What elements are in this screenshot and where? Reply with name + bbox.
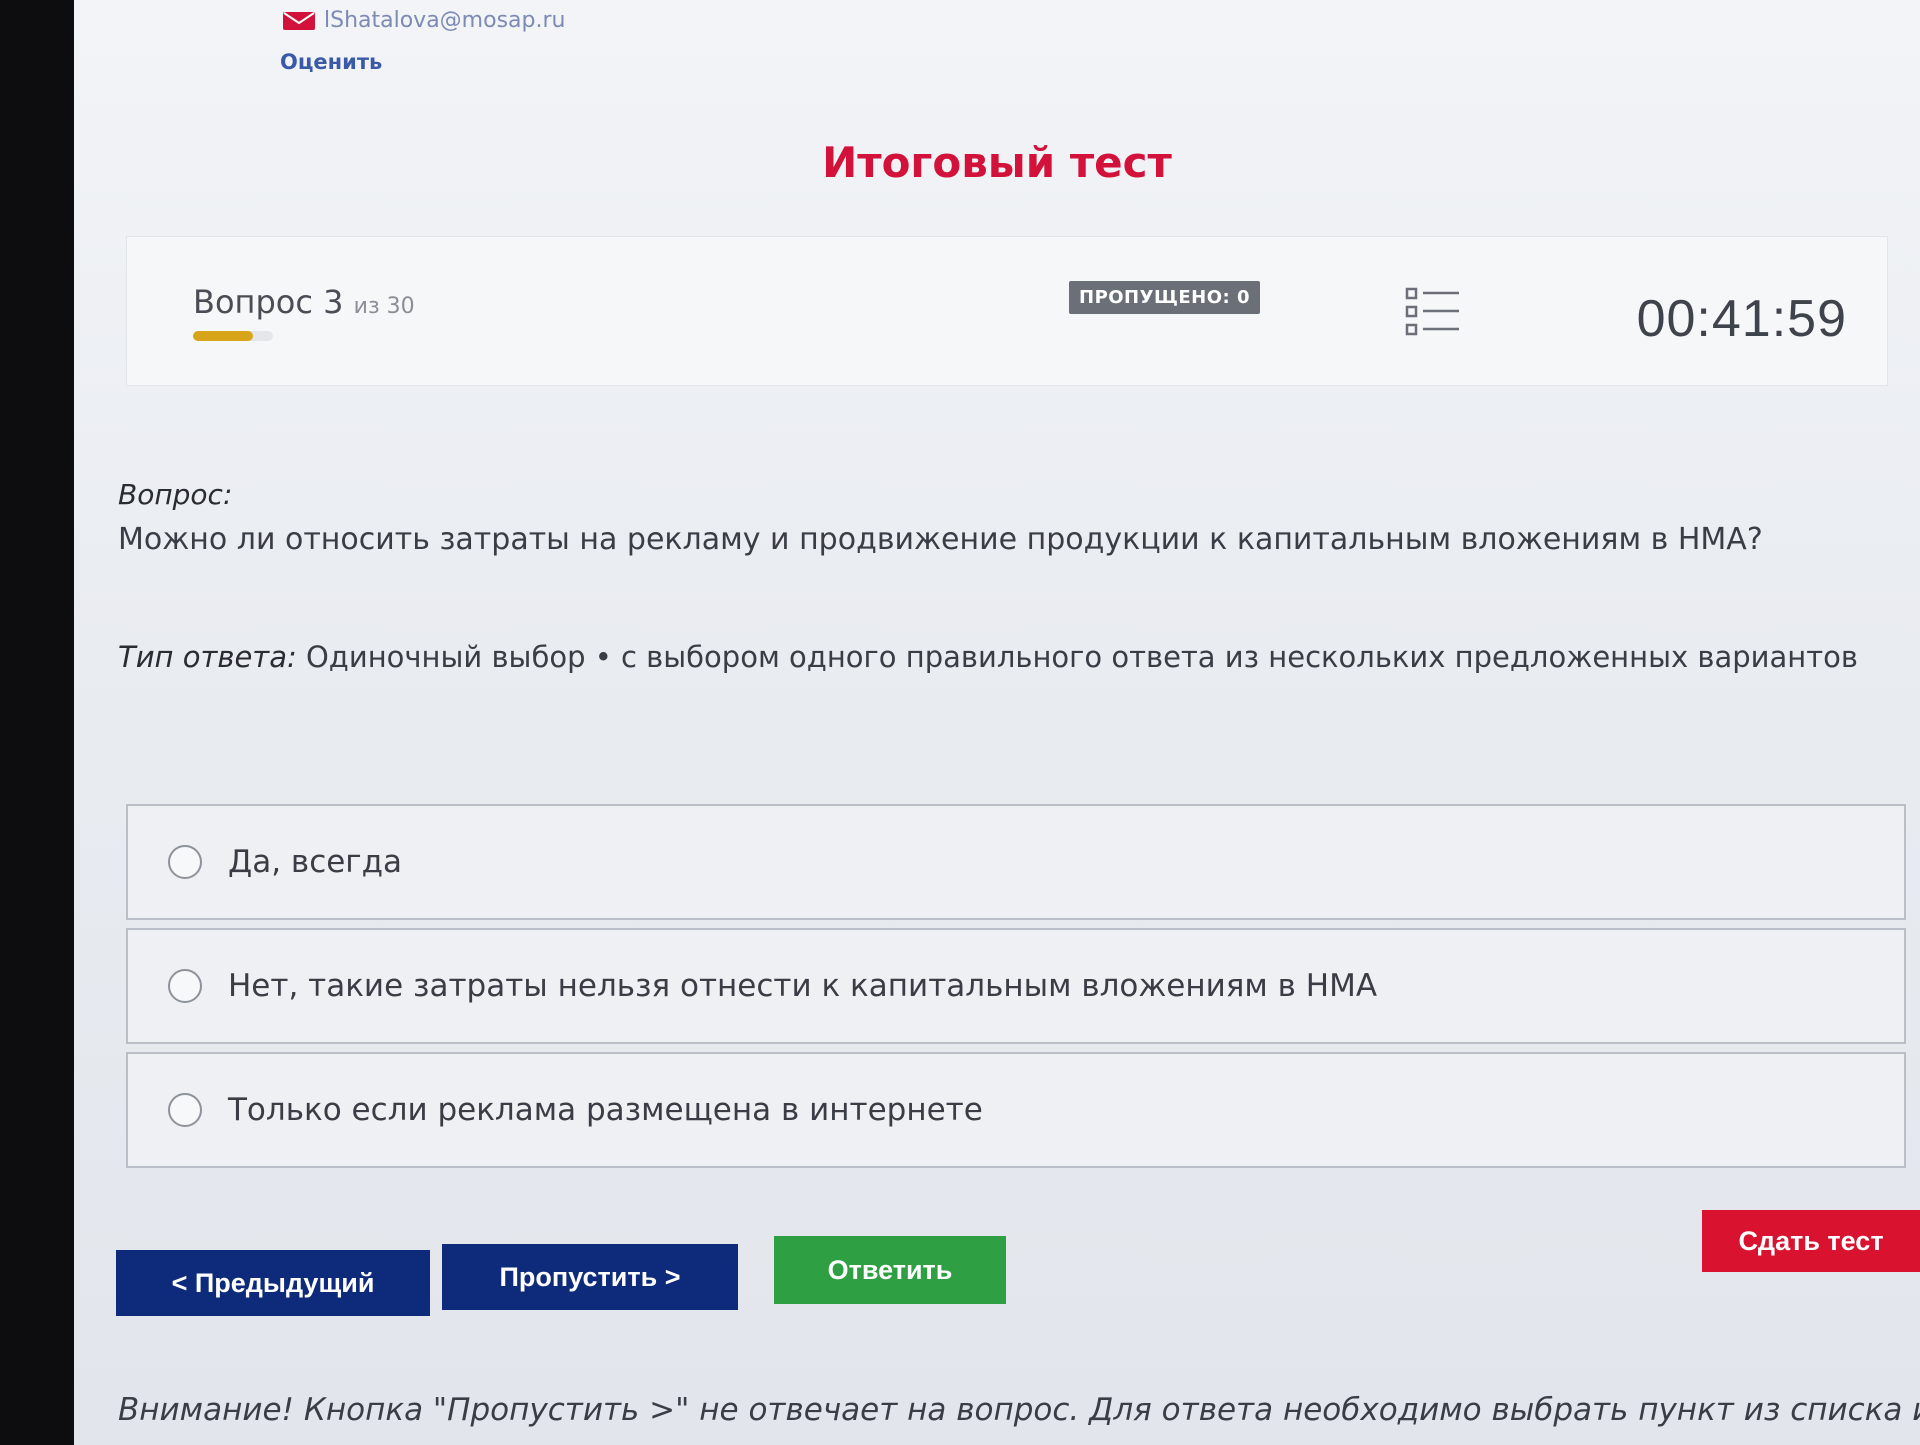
radio-button[interactable] — [168, 845, 202, 879]
radio-button[interactable] — [168, 969, 202, 1003]
countdown-timer: 00:41:59 — [1636, 290, 1847, 348]
skip-button[interactable]: Пропустить > — [442, 1244, 738, 1310]
option-label: Только если реклама размещена в интернет… — [228, 1092, 983, 1128]
answer-option[interactable]: Нет, такие затраты нельзя отнести к капи… — [126, 928, 1906, 1044]
option-label: Нет, такие затраты нельзя отнести к капи… — [228, 968, 1378, 1004]
option-label: Да, всегда — [228, 844, 403, 880]
answer-type: Тип ответа: Одиночный выбор • с выбором … — [118, 640, 1858, 674]
question-label: Вопрос: — [118, 478, 233, 511]
question-text: Можно ли относить затраты на рекламу и п… — [118, 522, 1763, 557]
skipped-badge: ПРОПУЩЕНО: 0 — [1069, 281, 1261, 314]
user-email: lShatalova@mosap.ru — [324, 8, 566, 33]
contact-row: lShatalova@mosap.ru — [282, 8, 565, 33]
answer-button[interactable]: Ответить — [774, 1236, 1006, 1304]
previous-button[interactable]: < Предыдущий — [116, 1250, 430, 1316]
test-screen: lShatalova@mosap.ru Оценить Итоговый тес… — [74, 0, 1920, 1445]
question-total: из 30 — [353, 294, 415, 319]
answer-type-label: Тип ответа: — [118, 640, 297, 674]
envelope-icon — [282, 11, 316, 31]
answer-type-value: Одиночный выбор • с выбором одного прави… — [305, 640, 1858, 674]
progress-fill — [193, 331, 253, 341]
answer-option[interactable]: Только если реклама размещена в интернет… — [126, 1052, 1906, 1168]
question-counter: Вопрос 3 из 30 — [193, 283, 415, 321]
progress-panel: Вопрос 3 из 30 ПРОПУЩЕНО: 0 00:41:59 — [126, 236, 1888, 386]
skip-warning: Внимание! Кнопка "Пропустить >" не отвеч… — [118, 1392, 1920, 1428]
answer-options: Да, всегда Нет, такие затраты нельзя отн… — [126, 804, 1906, 1176]
answer-option[interactable]: Да, всегда — [126, 804, 1906, 920]
radio-button[interactable] — [168, 1093, 202, 1127]
page-title: Итоговый тест — [822, 138, 1172, 187]
question-number: Вопрос 3 — [193, 283, 344, 321]
submit-test-button[interactable]: Сдать тест — [1702, 1210, 1920, 1272]
rate-link[interactable]: Оценить — [280, 50, 382, 74]
progress-bar — [193, 331, 273, 341]
question-list-icon[interactable] — [1405, 285, 1461, 339]
